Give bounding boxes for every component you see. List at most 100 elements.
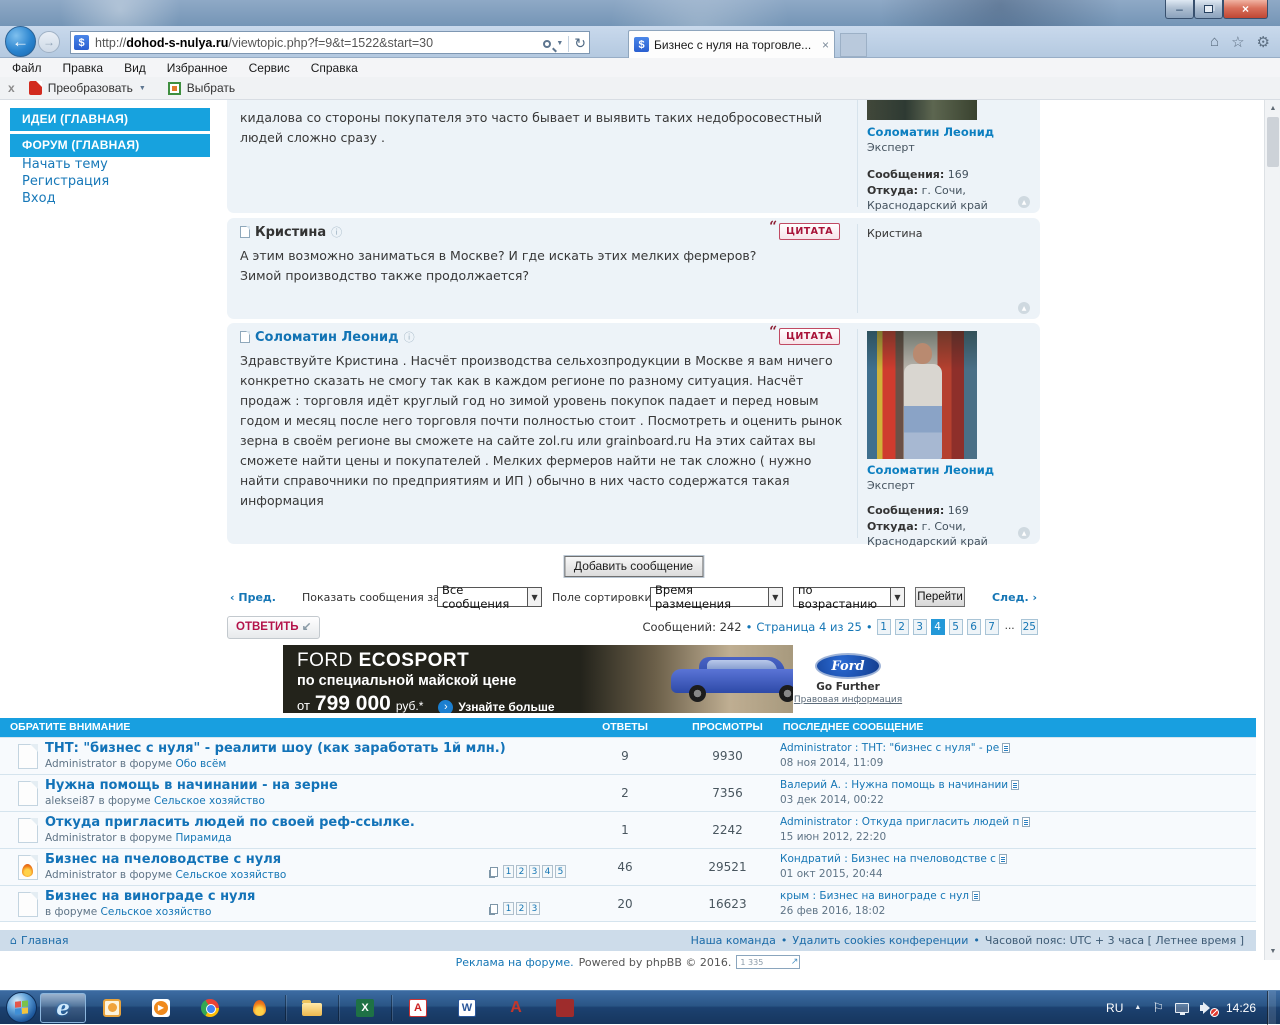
back-to-top-button[interactable]: ▲: [1018, 196, 1030, 208]
reply-button[interactable]: ОТВЕТИТЬ ↙: [227, 616, 320, 639]
menu-view[interactable]: Вид: [124, 61, 146, 75]
tray-expand-icon[interactable]: ▲: [1134, 1004, 1141, 1011]
go-button[interactable]: Перейти: [915, 587, 965, 607]
topic-title-link[interactable]: Бизнес на пчеловодстве с нуля: [45, 852, 281, 867]
action-center-flag-icon[interactable]: ⚐: [1152, 1000, 1164, 1016]
taskbar-excel-button[interactable]: X: [342, 993, 388, 1023]
post-doc-icon[interactable]: [240, 331, 250, 343]
footer-home-link[interactable]: ⌂Главная: [10, 934, 69, 947]
forum-link[interactable]: Сельское хозяйство: [154, 795, 265, 807]
topic-page-link[interactable]: 5: [555, 865, 566, 878]
back-to-top-button[interactable]: ▲: [1018, 302, 1030, 314]
goto-last-post-icon[interactable]: [1011, 780, 1019, 790]
network-icon[interactable]: [1175, 1003, 1189, 1013]
next-page-link[interactable]: След. ›: [992, 591, 1037, 604]
taskbar-media-button[interactable]: ▶: [138, 993, 184, 1023]
topic-page-link[interactable]: 4: [542, 865, 553, 878]
post-doc-icon[interactable]: [240, 226, 250, 238]
topic-title-link[interactable]: ТНТ: "бизнес с нуля" - реалити шоу (как …: [45, 741, 506, 756]
sidebar-item-idei[interactable]: ИДЕИ (ГЛАВНАЯ): [10, 108, 210, 131]
taskbar-outlook-button[interactable]: [89, 993, 135, 1023]
avatar[interactable]: [867, 100, 977, 120]
author-name-link[interactable]: Соломатин Леонид: [867, 124, 1037, 140]
footer-team-link[interactable]: Наша команда: [691, 934, 776, 947]
add-message-button[interactable]: Добавить сообщение: [564, 556, 703, 577]
post-author-name-link[interactable]: Соломатин Леонид: [255, 330, 399, 345]
scroll-down-button[interactable]: ▼: [1265, 943, 1280, 960]
convert-dropdown-icon[interactable]: ▼: [139, 85, 146, 92]
taskbar-autocad-button[interactable]: A: [493, 993, 539, 1023]
home-icon[interactable]: ⌂: [1210, 33, 1219, 51]
page-1[interactable]: 1: [877, 619, 891, 635]
topic-title-link[interactable]: Нужна помощь в начинании - на зерне: [45, 778, 338, 793]
addon-close-button[interactable]: x: [8, 81, 15, 95]
vertical-scrollbar[interactable]: ▲ ▼: [1264, 100, 1280, 960]
forum-link[interactable]: Обо всём: [175, 758, 226, 770]
goto-last-post-icon[interactable]: [1022, 817, 1030, 827]
menu-edit[interactable]: Правка: [63, 61, 104, 75]
author-name-link[interactable]: Соломатин Леонид: [867, 462, 1037, 478]
topic-page-link[interactable]: 3: [529, 865, 540, 878]
topic-page-link[interactable]: 1: [503, 902, 514, 915]
last-post-link[interactable]: Administrator : Откуда пригласить людей …: [780, 816, 1019, 828]
taskbar-ie-button[interactable]: e: [40, 993, 86, 1023]
menu-help[interactable]: Справка: [311, 61, 358, 75]
sidebar-link-registration[interactable]: Регистрация: [22, 174, 109, 189]
close-button[interactable]: ×: [1223, 0, 1268, 19]
topic-page-link[interactable]: 3: [529, 902, 540, 915]
forum-ads-link[interactable]: Реклама на форуме.: [456, 956, 574, 969]
goto-last-post-icon[interactable]: [999, 854, 1007, 864]
ad-cta-button[interactable]: › Узнайте больше: [438, 700, 554, 714]
select-button[interactable]: Выбрать: [187, 81, 235, 95]
topic-page-link[interactable]: 1: [503, 865, 514, 878]
page-4-current[interactable]: 4: [931, 619, 945, 635]
scroll-up-button[interactable]: ▲: [1265, 100, 1280, 117]
taskbar-word-button[interactable]: W: [444, 993, 490, 1023]
last-post-link[interactable]: Administrator : ТНТ: "бизнес с нуля" - р…: [780, 742, 999, 754]
info-icon[interactable]: ⓘ: [331, 224, 342, 240]
last-post-link[interactable]: крым : Бизнес на винограде с нул: [780, 890, 969, 902]
sidebar-item-forum[interactable]: ФОРУМ (ГЛАВНАЯ): [10, 134, 210, 157]
refresh-icon[interactable]: ↻: [574, 35, 586, 52]
sidebar-link-new-topic[interactable]: Начать тему: [22, 157, 108, 172]
menu-favorites[interactable]: Избранное: [167, 61, 228, 75]
start-button[interactable]: [6, 992, 37, 1023]
visit-counter[interactable]: 1 335↗: [736, 955, 800, 969]
ford-ad-banner[interactable]: FORD ECOSPORT по специальной майской цен…: [283, 645, 903, 713]
topic-title-link[interactable]: Бизнес на винограде с нуля: [45, 889, 255, 904]
topic-title-link[interactable]: Откуда пригласить людей по своей реф-ссы…: [45, 815, 415, 830]
footer-cookies-link[interactable]: Удалить cookies конференции: [792, 934, 968, 947]
tab-close-icon[interactable]: ×: [822, 38, 829, 52]
page-3[interactable]: 3: [913, 619, 927, 635]
show-posts-select[interactable]: Все сообщения ▼: [437, 587, 542, 607]
forum-link[interactable]: Пирамида: [175, 832, 231, 844]
goto-last-post-icon[interactable]: [1002, 743, 1010, 753]
convert-button[interactable]: Преобразовать: [48, 81, 133, 95]
taskbar-acrobat-button[interactable]: A: [395, 993, 441, 1023]
page-2[interactable]: 2: [895, 619, 909, 635]
back-to-top-button[interactable]: ▲: [1018, 527, 1030, 539]
quote-button[interactable]: “ЦИТАТА: [779, 223, 840, 240]
page-25[interactable]: 25: [1021, 619, 1038, 635]
back-button[interactable]: ←: [5, 26, 36, 57]
sort-order-select[interactable]: по возрастанию ▼: [793, 587, 905, 607]
scrollbar-thumb[interactable]: [1267, 117, 1279, 167]
taskbar-redapp-button[interactable]: [542, 993, 588, 1023]
quote-button[interactable]: “ЦИТАТА: [779, 328, 840, 345]
new-tab-button[interactable]: [840, 33, 867, 57]
forum-link[interactable]: Сельское хозяйство: [101, 906, 212, 918]
menu-file[interactable]: Файл: [12, 61, 42, 75]
taskbar-flame-button[interactable]: [236, 993, 282, 1023]
avatar[interactable]: [867, 331, 977, 459]
ad-legal-link[interactable]: Правовая информация: [794, 695, 902, 705]
favorites-star-icon[interactable]: ☆: [1231, 33, 1244, 51]
search-dropdown-icon[interactable]: ▼: [556, 40, 563, 47]
info-icon[interactable]: ⓘ: [404, 329, 415, 345]
goto-last-post-icon[interactable]: [972, 891, 980, 901]
sidebar-link-login[interactable]: Вход: [22, 191, 56, 206]
last-post-link[interactable]: Валерий А. : Нужна помощь в начинании: [780, 779, 1008, 791]
topic-page-link[interactable]: 2: [516, 902, 527, 915]
forward-button[interactable]: →: [38, 31, 60, 53]
forum-link[interactable]: Сельское хозяйство: [175, 869, 286, 881]
language-indicator[interactable]: RU: [1106, 1001, 1123, 1015]
